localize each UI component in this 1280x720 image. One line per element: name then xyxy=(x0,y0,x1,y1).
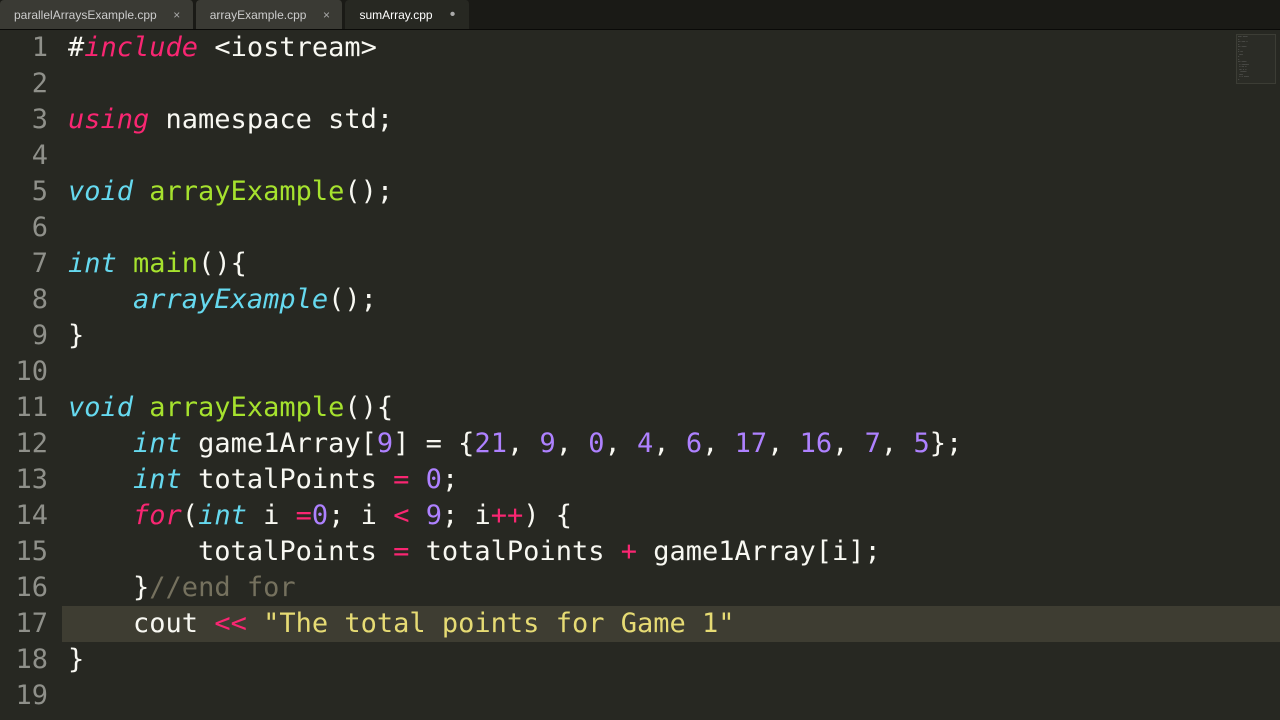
line-number: 11 xyxy=(0,390,48,426)
line-number: 7 xyxy=(0,246,48,282)
code-line[interactable]: totalPoints = totalPoints + game1Array[i… xyxy=(68,534,1280,570)
code-editor[interactable]: 1 2 3 4 5 6 7 8 9 10 11 12 13 14 15 16 1… xyxy=(0,30,1280,720)
line-number: 6 xyxy=(0,210,48,246)
tab-parallel-arrays[interactable]: parallelArraysExample.cpp × xyxy=(0,0,194,29)
code-line[interactable]: int game1Array[9] = {21, 9, 0, 4, 6, 17,… xyxy=(68,426,1280,462)
code-line[interactable]: cout << "The total points for Game 1" xyxy=(62,606,1280,642)
line-number: 17 xyxy=(0,606,48,642)
code-line[interactable]: for(int i =0; i < 9; i++) { xyxy=(68,498,1280,534)
line-number: 8 xyxy=(0,282,48,318)
code-line[interactable]: void arrayExample(); xyxy=(68,174,1280,210)
line-number: 16 xyxy=(0,570,48,606)
code-area[interactable]: #include <iostream> using namespace std;… xyxy=(60,30,1280,720)
tab-label: parallelArraysExample.cpp xyxy=(14,8,157,22)
tab-sum-array[interactable]: sumArray.cpp • xyxy=(345,0,469,29)
code-line[interactable]: } xyxy=(68,642,1280,678)
close-icon[interactable]: × xyxy=(171,8,183,22)
code-line[interactable] xyxy=(68,66,1280,102)
code-line[interactable] xyxy=(68,210,1280,246)
code-line[interactable]: using namespace std; xyxy=(68,102,1280,138)
line-number: 4 xyxy=(0,138,48,174)
line-number: 2 xyxy=(0,66,48,102)
code-line[interactable]: }//end for xyxy=(68,570,1280,606)
line-number: 12 xyxy=(0,426,48,462)
code-line[interactable]: #include <iostream> xyxy=(68,30,1280,66)
line-number: 13 xyxy=(0,462,48,498)
code-line[interactable] xyxy=(68,354,1280,390)
line-number: 1 xyxy=(0,30,48,66)
code-line[interactable]: arrayExample(); xyxy=(68,282,1280,318)
line-number: 9 xyxy=(0,318,48,354)
tab-label: arrayExample.cpp xyxy=(210,8,307,22)
tab-label: sumArray.cpp xyxy=(359,8,432,22)
code-line[interactable] xyxy=(68,678,1280,714)
line-number: 10 xyxy=(0,354,48,390)
line-number: 5 xyxy=(0,174,48,210)
modified-dot-icon[interactable]: • xyxy=(447,10,459,20)
gutter: 1 2 3 4 5 6 7 8 9 10 11 12 13 14 15 16 1… xyxy=(0,30,60,720)
code-line[interactable]: int totalPoints = 0; xyxy=(68,462,1280,498)
line-number: 14 xyxy=(0,498,48,534)
tab-bar: parallelArraysExample.cpp × arrayExample… xyxy=(0,0,1280,30)
tab-array-example[interactable]: arrayExample.cpp × xyxy=(196,0,344,29)
code-line[interactable]: } xyxy=(68,318,1280,354)
line-number: 19 xyxy=(0,678,48,714)
line-number: 18 xyxy=(0,642,48,678)
code-line[interactable] xyxy=(68,138,1280,174)
line-number: 15 xyxy=(0,534,48,570)
line-number: 3 xyxy=(0,102,48,138)
code-line[interactable]: void arrayExample(){ xyxy=(68,390,1280,426)
code-line[interactable]: int main(){ xyxy=(68,246,1280,282)
close-icon[interactable]: × xyxy=(320,8,332,22)
minimap[interactable]: ▬▬▬ ▬▬▬▬▬▬▬ ▬▬▬ ▬▬▬▬ ▬▬▬▬▬▬ ▬▬ ▬▬▬▬▬▬▬ ▬… xyxy=(1236,34,1276,84)
